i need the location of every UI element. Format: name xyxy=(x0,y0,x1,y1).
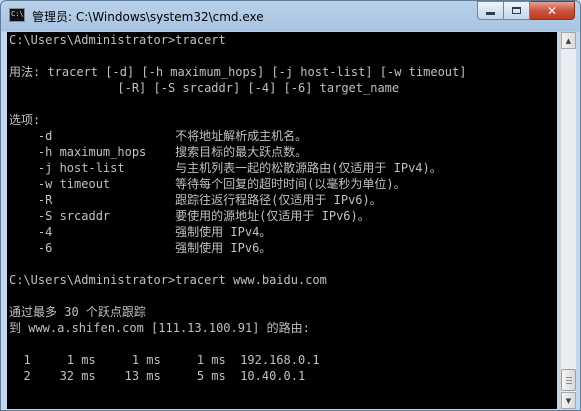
window-controls: ✕ xyxy=(477,1,575,21)
scroll-thumb[interactable] xyxy=(561,369,576,391)
console-line: [-R] [-S srcaddr] [-4] [-6] target_name xyxy=(9,81,400,95)
cmd-window: C:\. 管理员: C:\Windows\system32\cmd.exe ✕ … xyxy=(0,0,581,411)
console-output[interactable]: C:\Users\Administrator>tracert 用法: trace… xyxy=(7,32,557,409)
console-line: 选项: xyxy=(9,113,41,127)
console-line: -4 强制使用 IPv4。 xyxy=(9,225,272,239)
scroll-down-button[interactable]: ▼ xyxy=(561,392,576,409)
console-line: -j host-list 与主机列表一起的松散源路由(仅适用于 IPv4)。 xyxy=(9,161,442,175)
scroll-up-arrow-icon: ▲ xyxy=(565,36,572,45)
title-bar[interactable]: C:\. 管理员: C:\Windows\system32\cmd.exe ✕ xyxy=(1,1,580,31)
console-line: -S srcaddr 要使用的源地址(仅适用于 IPv6)。 xyxy=(9,209,370,223)
minimize-icon xyxy=(486,12,495,15)
scroll-down-arrow-icon: ▼ xyxy=(565,396,572,405)
close-button[interactable]: ✕ xyxy=(530,1,575,20)
console-line: C:\Users\Administrator>tracert xyxy=(9,33,226,47)
console-app-icon[interactable]: C:\. xyxy=(9,8,28,22)
console-line: C:\Users\Administrator>tracert www.baidu… xyxy=(9,273,327,287)
minimize-button[interactable] xyxy=(477,1,504,20)
console-line: 用法: tracert [-d] [-h maximum_hops] [-j h… xyxy=(9,65,467,79)
console-text: C:\Users\Administrator>tracert 用法: trace… xyxy=(7,32,557,384)
thumb-grip xyxy=(566,383,572,384)
app-icon-label: C:\. xyxy=(11,10,28,18)
close-icon: ✕ xyxy=(546,3,558,18)
scroll-up-button[interactable]: ▲ xyxy=(561,32,576,49)
window-title: 管理员: C:\Windows\system32\cmd.exe xyxy=(32,10,264,24)
console-line: -h maximum_hops 搜索目标的最大跃点数。 xyxy=(9,145,308,159)
thumb-grip xyxy=(566,377,572,378)
console-line: 通过最多 30 个跃点跟踪 xyxy=(9,305,146,319)
maximize-icon xyxy=(512,7,521,14)
console-line: -R 跟踪往返行程路径(仅适用于 IPv6)。 xyxy=(9,193,382,207)
thumb-grip xyxy=(566,380,572,381)
console-line: 到 www.a.shifen.com [111.13.100.91] 的路由: xyxy=(9,321,310,335)
vertical-scrollbar[interactable]: ▲ ▼ xyxy=(560,32,576,409)
console-line: 1 1 ms 1 ms 1 ms 192.168.0.1 xyxy=(9,353,320,367)
console-line: 2 32 ms 13 ms 5 ms 10.40.0.1 xyxy=(9,369,306,383)
console-line: -w timeout 等待每个回复的超时时间(以毫秒为单位)。 xyxy=(9,177,406,191)
console-line: -6 强制使用 IPv6。 xyxy=(9,241,272,255)
console-line: -d 不将地址解析成主机名。 xyxy=(9,129,308,143)
maximize-button[interactable] xyxy=(504,1,530,20)
